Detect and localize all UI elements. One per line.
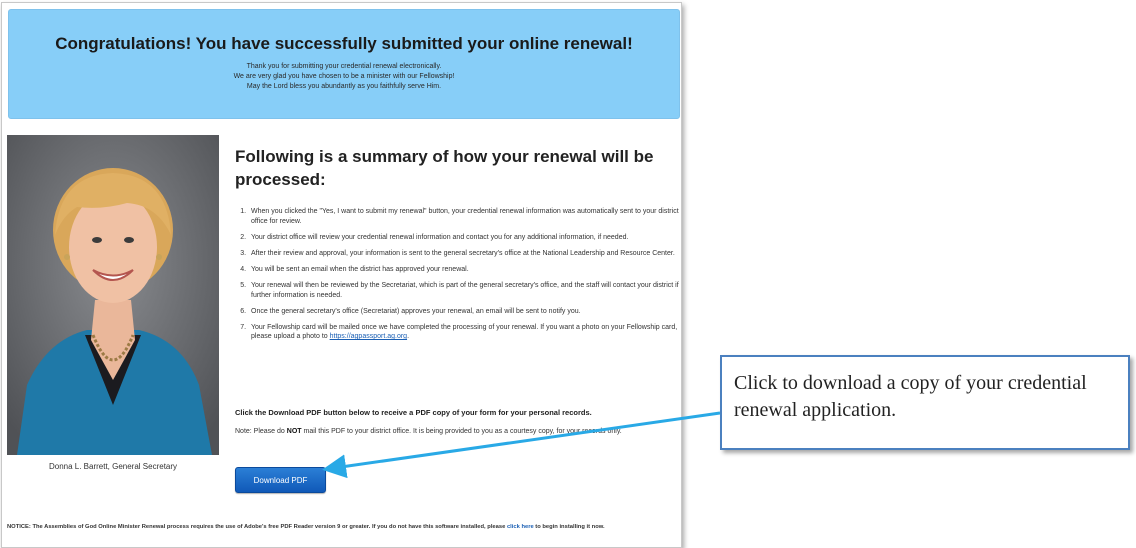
callout-arrow — [322, 411, 721, 479]
